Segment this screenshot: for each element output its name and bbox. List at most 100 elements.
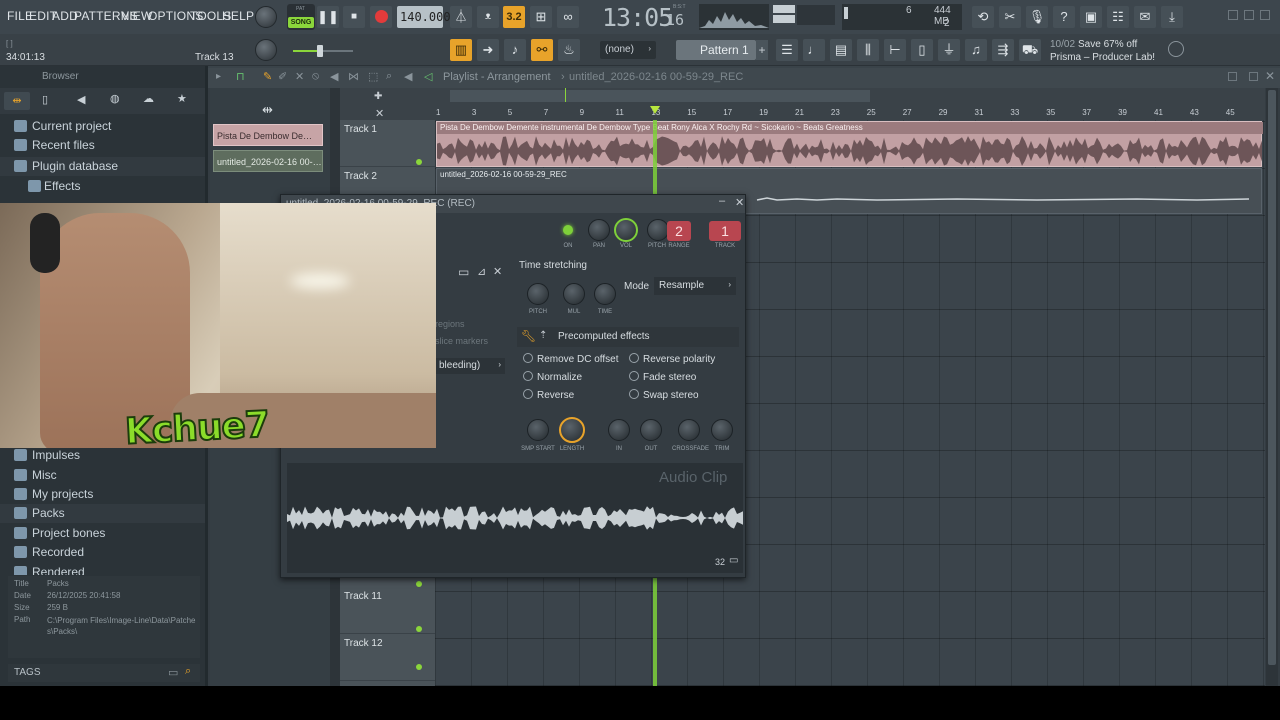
remove-dc-offset-radio[interactable]: Remove DC offset	[523, 353, 619, 365]
zoom-icon[interactable]: ▭	[729, 555, 738, 566]
ts-mul-knob[interactable]	[563, 283, 585, 305]
playback-tool-icon[interactable]: ◀	[404, 70, 412, 83]
arrow-icon[interactable]: ➜	[477, 39, 499, 61]
countdown-icon[interactable]: 3.2	[503, 6, 525, 28]
ts-time-knob[interactable]	[594, 283, 616, 305]
track-active-led[interactable]	[416, 626, 422, 632]
browser-item-plugin-database[interactable]: Plugin database	[0, 157, 205, 176]
pin-icon[interactable]: ⊿	[477, 265, 486, 278]
pattern-selector[interactable]: Pattern 1	[676, 40, 756, 60]
minimize-icon[interactable]	[1228, 10, 1238, 20]
undo-icon[interactable]: ⟲	[972, 6, 994, 28]
wait-record-icon[interactable]: ᴥ	[477, 6, 499, 28]
clip-source-icon[interactable]: ⇹	[262, 102, 273, 118]
mic-icon[interactable]: 🎙︎	[1026, 6, 1048, 28]
cut-icon[interactable]: ✂	[999, 6, 1021, 28]
range-value[interactable]: 2	[667, 221, 691, 241]
song-time[interactable]: 13:05	[602, 3, 673, 32]
track-active-led[interactable]	[416, 664, 422, 670]
template-icon[interactable]: ▯	[911, 39, 933, 61]
tag-folder-icon[interactable]: ▭	[168, 666, 178, 679]
news-line1[interactable]: Save 67% off	[1078, 39, 1137, 50]
guitar-icon[interactable]: ♫	[965, 39, 987, 61]
clear-icon[interactable]: ✕	[493, 265, 502, 278]
playlist-min-icon[interactable]	[1228, 72, 1237, 81]
snap-icon[interactable]: ✚	[374, 91, 382, 102]
search-icon[interactable]: ⌕	[185, 665, 191, 678]
chat-icon[interactable]: ✉	[1134, 6, 1156, 28]
browser-speaker-icon[interactable]: ◀	[77, 93, 85, 106]
sample-start-knob[interactable]	[527, 419, 549, 441]
record-button[interactable]	[370, 6, 392, 28]
vertical-scroll-thumb[interactable]	[1268, 90, 1276, 665]
swap-stereo-radio[interactable]: Swap stereo	[629, 389, 699, 401]
playlist-arrow-icon[interactable]: ▸	[216, 71, 221, 82]
browser-item-my-projects[interactable]: My projects	[0, 485, 205, 504]
length-knob[interactable]	[559, 417, 585, 443]
zoom-tool-icon[interactable]: ⌕	[386, 70, 392, 83]
browser-item-current-project[interactable]: Current project	[0, 117, 205, 136]
slip-tool-icon[interactable]: ◀	[330, 70, 338, 83]
browser-all-icon[interactable]: ⇹	[4, 92, 30, 110]
magnet-icon[interactable]: ⊓	[236, 70, 245, 83]
on-led[interactable]	[563, 225, 573, 235]
audio-clip-1[interactable]: Pista De Dembow Demente instrumental De …	[436, 121, 1263, 167]
volume-knob[interactable]	[614, 218, 638, 242]
clip-source-item[interactable]: Pista De Dembow De…	[213, 124, 323, 146]
step-edit-icon[interactable]: ⊞	[530, 6, 552, 28]
news-line2[interactable]: Prisma – Producer Lab!	[1050, 52, 1155, 63]
normalize-radio[interactable]: Normalize	[523, 371, 582, 383]
send-icon[interactable]: ⇶	[992, 39, 1014, 61]
ts-pitch-knob[interactable]	[527, 283, 549, 305]
playlist-max-icon[interactable]	[1249, 72, 1258, 81]
trim-knob[interactable]	[711, 419, 733, 441]
browser-item-packs[interactable]: Packs	[0, 504, 205, 523]
maximize-icon[interactable]	[1244, 10, 1254, 20]
master-slider[interactable]	[293, 45, 353, 57]
play-pause-button[interactable]: ❚❚	[317, 6, 339, 28]
plugin-icon[interactable]: ⏚	[938, 39, 960, 61]
reverse-radio[interactable]: Reverse	[523, 389, 574, 401]
in-knob[interactable]	[608, 419, 630, 441]
close-app-icon[interactable]	[1260, 10, 1270, 20]
fade-stereo-radio[interactable]: Fade stereo	[629, 371, 696, 383]
playlist-window-icon[interactable]: ▥	[450, 39, 472, 61]
timeline-ruler[interactable]: ✚ ✕ 1 3 5 7 9 11 13 15 17 19 21 23 25 27 29 31 33 35 37 39 4…	[340, 88, 1265, 120]
vertical-scrollbar[interactable]	[1266, 88, 1278, 686]
select-tool-icon[interactable]: ⬚	[368, 70, 378, 83]
tree-icon[interactable]: ⊢	[884, 39, 906, 61]
track-value[interactable]: 1	[709, 221, 741, 241]
playlist-close-icon[interactable]: ✕	[1265, 69, 1275, 83]
link-icon[interactable]: ⚯	[531, 39, 553, 61]
browser-globe-icon[interactable]: ◍	[110, 92, 120, 105]
help-icon[interactable]: ?	[1053, 6, 1075, 28]
crossfade-knob[interactable]	[678, 419, 700, 441]
cart-icon[interactable]: ⛟	[1019, 39, 1041, 61]
ruler-close-icon[interactable]: ✕	[375, 107, 384, 120]
brush-icon[interactable]: ✐	[278, 70, 287, 83]
track-header-12[interactable]: Track 12	[340, 626, 435, 681]
menu-help[interactable]: HELP	[222, 9, 254, 23]
playlist-play-icon[interactable]: ◁	[424, 70, 432, 83]
horizontal-scrollbar[interactable]	[450, 90, 870, 102]
arrow-up-icon[interactable]: ⇡	[539, 330, 547, 341]
pat-song-switch[interactable]: PAT SONG	[287, 4, 315, 30]
sample-waveform-view[interactable]: Audio Clip 32 ▭	[287, 463, 743, 573]
stamp-icon[interactable]: ♨	[558, 39, 580, 61]
browser-star-icon[interactable]: ★	[177, 92, 187, 105]
browser-item-effects[interactable]: Effects	[0, 177, 205, 196]
playlist-icon[interactable]: ☰	[776, 39, 798, 61]
browser-item-project-bones[interactable]: Project bones	[0, 524, 205, 543]
plugin-close-icon[interactable]: ✕	[735, 196, 744, 209]
playhead-marker[interactable]	[650, 106, 660, 114]
tags-bar[interactable]: TAGS ▭ ⌕	[8, 664, 200, 682]
mixer-view-icon[interactable]: ⫼	[857, 39, 879, 61]
metronome-icon[interactable]: ⏃	[450, 6, 472, 28]
out-knob[interactable]	[640, 419, 662, 441]
plugin-minimize-icon[interactable]: –	[719, 195, 725, 207]
mixer-icon[interactable]: ☷	[1107, 6, 1129, 28]
browser-item-rendered[interactable]: Rendered	[0, 563, 205, 575]
mute-tool-icon[interactable]: ⦸	[312, 70, 319, 83]
tempo-display[interactable]: 140.000	[397, 6, 451, 28]
save-icon[interactable]: ▣	[1080, 6, 1102, 28]
